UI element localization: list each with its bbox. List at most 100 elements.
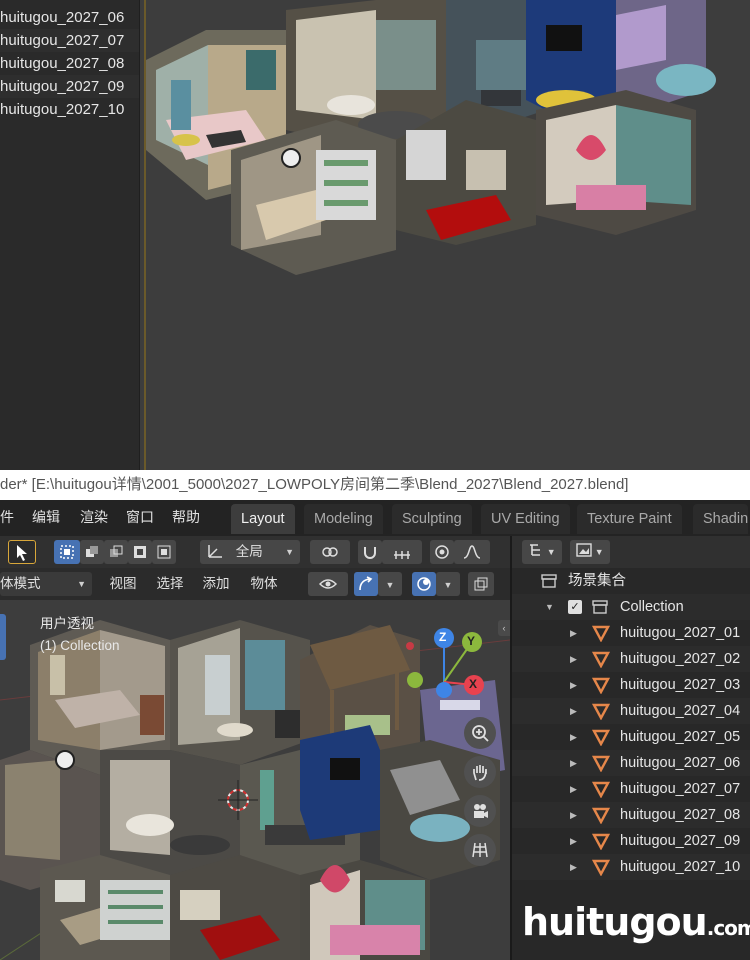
object-name: huitugou_2027_06 xyxy=(620,755,741,771)
top-outliner-panel: huitugou_2027_06 huitugou_2027_07 huitug… xyxy=(0,0,140,470)
pivot-point-dropdown[interactable] xyxy=(310,540,350,564)
expand-triangle-icon[interactable]: ▶ xyxy=(570,802,577,828)
select-tool-button[interactable] xyxy=(8,540,36,564)
menu-add-label: 添加 xyxy=(202,576,230,591)
collection-checkbox[interactable]: ✓ xyxy=(568,600,582,614)
select-box-mode-button[interactable] xyxy=(54,540,80,564)
transform-orientation-dropdown[interactable]: 全局 ▼ xyxy=(200,540,300,564)
outliner-row-label: huitugou_2027_10 xyxy=(0,101,125,118)
axis-y-label: Y xyxy=(467,634,476,648)
select-subtract-button[interactable] xyxy=(104,540,128,564)
tab-label: Texture Paint xyxy=(587,511,672,527)
mesh-triangle-icon xyxy=(592,651,610,668)
menu-help[interactable]: 帮助 xyxy=(172,500,200,536)
tab-sculpting[interactable]: Sculpting xyxy=(392,504,472,534)
toolbar-edge-tab[interactable] xyxy=(0,614,6,660)
expand-triangle-icon[interactable]: ▶ xyxy=(570,672,577,698)
snap-toggle-button[interactable] xyxy=(358,540,382,564)
gizmo-toggle-button[interactable] xyxy=(354,572,378,596)
scene-collection-row[interactable]: 场景集合 xyxy=(512,568,750,594)
select-box-icon xyxy=(60,545,74,559)
expand-triangle-icon[interactable]: ▶ xyxy=(570,828,577,854)
gizmo-dropdown[interactable]: ▼ xyxy=(378,572,402,596)
overlays-dropdown[interactable]: ▼ xyxy=(436,572,460,596)
outliner-object-row[interactable]: ▶ huitugou_2027_07 xyxy=(512,776,750,802)
top-3d-viewport[interactable] xyxy=(146,0,750,470)
expand-triangle-icon[interactable]: ▶ xyxy=(570,724,577,750)
collection-row[interactable]: ▼ ✓ Collection xyxy=(512,594,750,620)
menu-edit[interactable]: 编辑 xyxy=(32,500,60,536)
window-title: der* [E:\huitugou详情\2001_5000\2027_LOWPO… xyxy=(0,476,629,493)
expand-triangle-icon[interactable]: ▶ xyxy=(570,750,577,776)
select-intersect-button[interactable] xyxy=(152,540,176,564)
mesh-triangle-icon xyxy=(592,677,610,694)
select-extend-button[interactable] xyxy=(80,540,104,564)
tab-shading[interactable]: Shadin xyxy=(693,504,749,534)
xray-toggle-button[interactable] xyxy=(468,572,494,596)
pivot-chain-icon xyxy=(322,547,338,557)
menu-add[interactable]: 添加 xyxy=(194,572,238,596)
top-screenshot: huitugou_2027_06 huitugou_2027_07 huitug… xyxy=(0,0,750,470)
select-invert-button[interactable] xyxy=(128,540,152,564)
navigation-gizmo[interactable] xyxy=(400,622,500,702)
outliner-row[interactable]: huitugou_2027_06 xyxy=(0,6,139,29)
menu-render[interactable]: 渲染 xyxy=(80,500,108,536)
mesh-triangle-icon xyxy=(592,625,610,642)
outliner-object-row[interactable]: ▶ huitugou_2027_03 xyxy=(512,672,750,698)
ortho-toggle-button[interactable] xyxy=(464,834,496,866)
proportional-falloff-dropdown[interactable] xyxy=(454,540,490,564)
camera-view-button[interactable] xyxy=(464,795,496,827)
mode-dropdown[interactable]: 体模式 ▼ xyxy=(0,572,92,596)
tool-header: 全局 ▼ xyxy=(0,536,510,568)
outliner-object-row[interactable]: ▶ huitugou_2027_08 xyxy=(512,802,750,828)
outliner-object-row[interactable]: ▶ huitugou_2027_09 xyxy=(512,828,750,854)
outliner-object-row[interactable]: ▶ huitugou_2027_10 xyxy=(512,854,750,880)
tab-uv-editing[interactable]: UV Editing xyxy=(481,504,570,534)
tab-modeling[interactable]: Modeling xyxy=(304,504,383,534)
outliner-object-row[interactable]: ▶ huitugou_2027_06 xyxy=(512,750,750,776)
filter-dropdown[interactable]: ▼ xyxy=(570,540,610,564)
menu-view[interactable]: 视图 xyxy=(100,572,146,596)
proportional-edit-button[interactable] xyxy=(430,540,454,564)
menu-window[interactable]: 窗口 xyxy=(126,500,154,536)
outliner-tree-icon xyxy=(530,544,541,556)
menu-file[interactable]: 件 xyxy=(0,500,14,536)
outliner-row[interactable]: huitugou_2027_10 xyxy=(0,98,139,121)
hand-icon xyxy=(473,765,487,781)
menu-object[interactable]: 物体 xyxy=(240,572,288,596)
tab-layout[interactable]: Layout xyxy=(231,504,295,534)
overlays-toggle-button[interactable] xyxy=(412,572,436,596)
outliner-row-label: huitugou_2027_07 xyxy=(0,32,125,49)
expand-triangle-icon[interactable]: ▶ xyxy=(570,776,577,802)
select-subtract-icon xyxy=(110,545,123,557)
mesh-triangle-icon xyxy=(592,833,610,850)
mesh-triangle-icon xyxy=(592,729,610,746)
window-title-bar: der* [E:\huitugou详情\2001_5000\2027_LOWPO… xyxy=(0,470,750,500)
outliner-row[interactable]: huitugou_2027_09 xyxy=(0,75,139,98)
expand-triangle-icon[interactable]: ▶ xyxy=(570,620,577,646)
outliner-object-row[interactable]: ▶ huitugou_2027_05 xyxy=(512,724,750,750)
outliner-object-row[interactable]: ▶ huitugou_2027_02 xyxy=(512,646,750,672)
visibility-dropdown[interactable] xyxy=(308,572,348,596)
expand-triangle-icon[interactable]: ▼ xyxy=(545,594,554,620)
tab-texture-paint[interactable]: Texture Paint xyxy=(577,504,682,534)
outliner-row[interactable]: huitugou_2027_07 xyxy=(0,29,139,52)
outliner-object-row[interactable]: ▶ huitugou_2027_04 xyxy=(512,698,750,724)
scene-collection-icon xyxy=(541,574,557,588)
outliner-object-row[interactable]: ▶ huitugou_2027_01 xyxy=(512,620,750,646)
snap-target-dropdown[interactable] xyxy=(382,540,422,564)
outliner-row[interactable]: huitugou_2027_08 xyxy=(0,52,139,75)
sidebar-toggle-tab[interactable]: ‹ xyxy=(498,620,510,636)
expand-triangle-icon[interactable]: ▶ xyxy=(570,698,577,724)
display-mode-dropdown[interactable]: ▼ xyxy=(522,540,562,564)
expand-triangle-icon[interactable]: ▶ xyxy=(570,646,577,672)
image-filter-icon xyxy=(576,543,592,557)
menu-select[interactable]: 选择 xyxy=(148,572,192,596)
pan-button[interactable] xyxy=(464,756,496,788)
overlays-icon xyxy=(417,577,431,591)
select-extend-icon xyxy=(86,546,98,557)
main-3d-viewport[interactable]: 用户透视 (1) Collection Z Y X ‹ xyxy=(0,600,510,960)
zoom-button[interactable] xyxy=(464,717,496,749)
expand-triangle-icon[interactable]: ▶ xyxy=(570,854,577,880)
chevron-down-icon: ▼ xyxy=(546,547,556,557)
